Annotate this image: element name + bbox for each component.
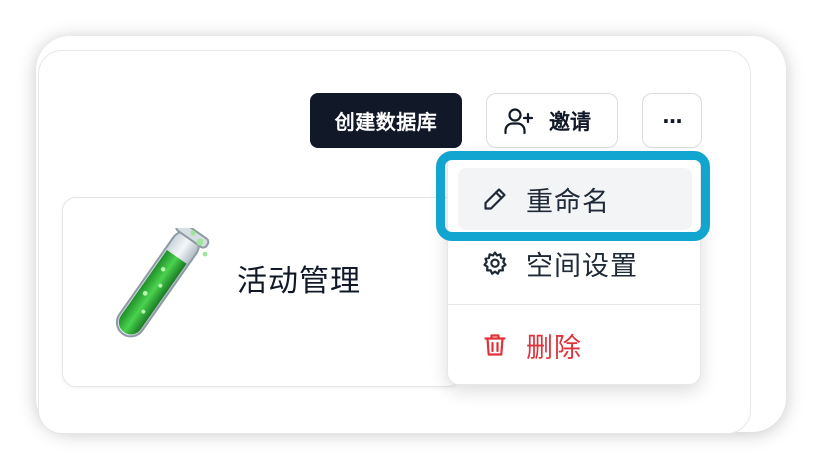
more-options-menu: 重命名 空间设置 删除	[447, 153, 701, 385]
trash-icon	[482, 332, 508, 358]
more-options-icon: ···	[662, 108, 683, 133]
invite-label: 邀请	[549, 109, 591, 134]
menu-divider	[448, 304, 700, 305]
menu-item-space-settings-label: 空间设置	[526, 250, 638, 282]
menu-item-rename-label: 重命名	[526, 186, 610, 218]
menu-item-delete-label: 删除	[526, 332, 582, 364]
invite-button[interactable]: 邀请	[486, 93, 618, 148]
create-database-button[interactable]: 创建数据库	[310, 93, 462, 148]
gear-icon	[482, 250, 508, 276]
create-database-label: 创建数据库	[334, 110, 438, 134]
pencil-icon	[482, 186, 508, 212]
screenshot-stage: 创建数据库 邀请 ··· 活动管理 重命名 空间设置 删除	[0, 0, 822, 468]
menu-item-rename[interactable]: 重命名	[458, 168, 692, 230]
more-options-button[interactable]: ···	[642, 93, 702, 148]
database-card[interactable]: 活动管理	[62, 197, 462, 387]
user-plus-icon	[503, 106, 535, 136]
test-tube-icon	[95, 220, 213, 348]
database-name: 活动管理	[237, 264, 361, 299]
menu-item-delete[interactable]: 删除	[458, 314, 692, 376]
menu-item-space-settings[interactable]: 空间设置	[458, 232, 692, 294]
